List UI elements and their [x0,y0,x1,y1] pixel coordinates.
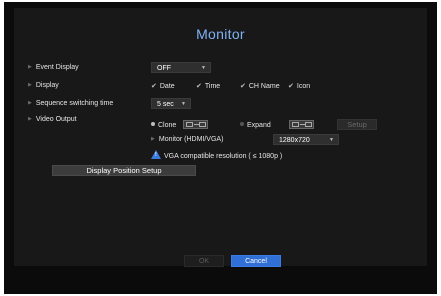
chevron-down-icon: ▼ [181,101,186,107]
event-display-value: OFF [157,65,171,72]
video-output-label: ▶ Video Output [28,116,77,123]
radio-clone[interactable]: Clone [151,122,176,129]
checkbox-time-label: Time [204,83,221,90]
chevron-down-icon: ▼ [201,65,206,71]
sequence-label: ▶ Sequence switching time [28,100,113,107]
event-display-select[interactable]: OFF ▼ [151,62,211,73]
vga-warning: ! VGA compatible resolution ( ≤ 1080p ) [151,150,282,160]
warning-icon: ! [151,150,161,159]
checkbox-icon-label: Icon [296,83,311,90]
radio-expand-label: Expand [247,122,271,129]
clone-monitors-icon [183,120,208,129]
checkbox-date[interactable]: ✔ Date [151,82,175,90]
video-output-label-text: Video Output [35,116,77,123]
chevron-down-icon: ▼ [329,137,334,143]
bullet-icon: ▶ [28,82,32,88]
check-icon: ✔ [288,83,294,90]
checkbox-date-label: Date [159,83,175,90]
expand-monitors-icon [289,120,314,129]
checkbox-ch-name[interactable]: ✔ CH Name [240,82,280,90]
monitor-screen: Monitor ▶ Event Display OFF ▼ ▶ Display ✔ D… [4,2,437,294]
checkbox-ch-name-label: CH Name [248,83,280,90]
sequence-value: 5 sec [157,101,174,108]
ok-button[interactable]: OK [184,255,224,267]
radio-selected-icon [151,122,155,126]
radio-expand[interactable]: Expand [240,122,271,129]
display-label-text: Display [35,82,59,89]
display-position-setup-button[interactable]: Display Position Setup [52,165,196,176]
radio-unselected-icon [240,122,244,126]
check-icon: ✔ [196,83,202,90]
bullet-icon: ▶ [28,100,32,106]
bullet-icon: ▶ [28,64,32,70]
resolution-value: 1280x720 [279,137,310,144]
display-label: ▶ Display [28,82,59,89]
event-display-label-text: Event Display [35,64,79,71]
check-icon: ✔ [151,83,157,90]
page-title: Monitor [196,26,245,42]
bullet-icon: ▶ [28,116,32,122]
radio-clone-label: Clone [158,122,177,129]
cancel-button[interactable]: Cancel [231,255,281,267]
checkbox-icon[interactable]: ✔ Icon [288,82,310,90]
monitor-hdmi-vga-label: ▶ Monitor (HDMI/VGA) [151,136,223,143]
event-display-label: ▶ Event Display [28,64,79,71]
monitor-panel: Monitor ▶ Event Display OFF ▼ ▶ Display ✔ D… [14,8,427,266]
checkbox-time[interactable]: ✔ Time [196,82,220,90]
sequence-select[interactable]: 5 sec ▼ [151,98,191,109]
bullet-icon: ▶ [151,136,155,142]
resolution-select[interactable]: 1280x720 ▼ [273,134,339,145]
setup-button[interactable]: Setup [337,119,377,130]
sequence-label-text: Sequence switching time [35,100,114,107]
vga-warning-text: VGA compatible resolution ( ≤ 1080p ) [164,153,283,160]
check-icon: ✔ [240,83,246,90]
monitor-hdmi-vga-label-text: Monitor (HDMI/VGA) [158,136,224,143]
